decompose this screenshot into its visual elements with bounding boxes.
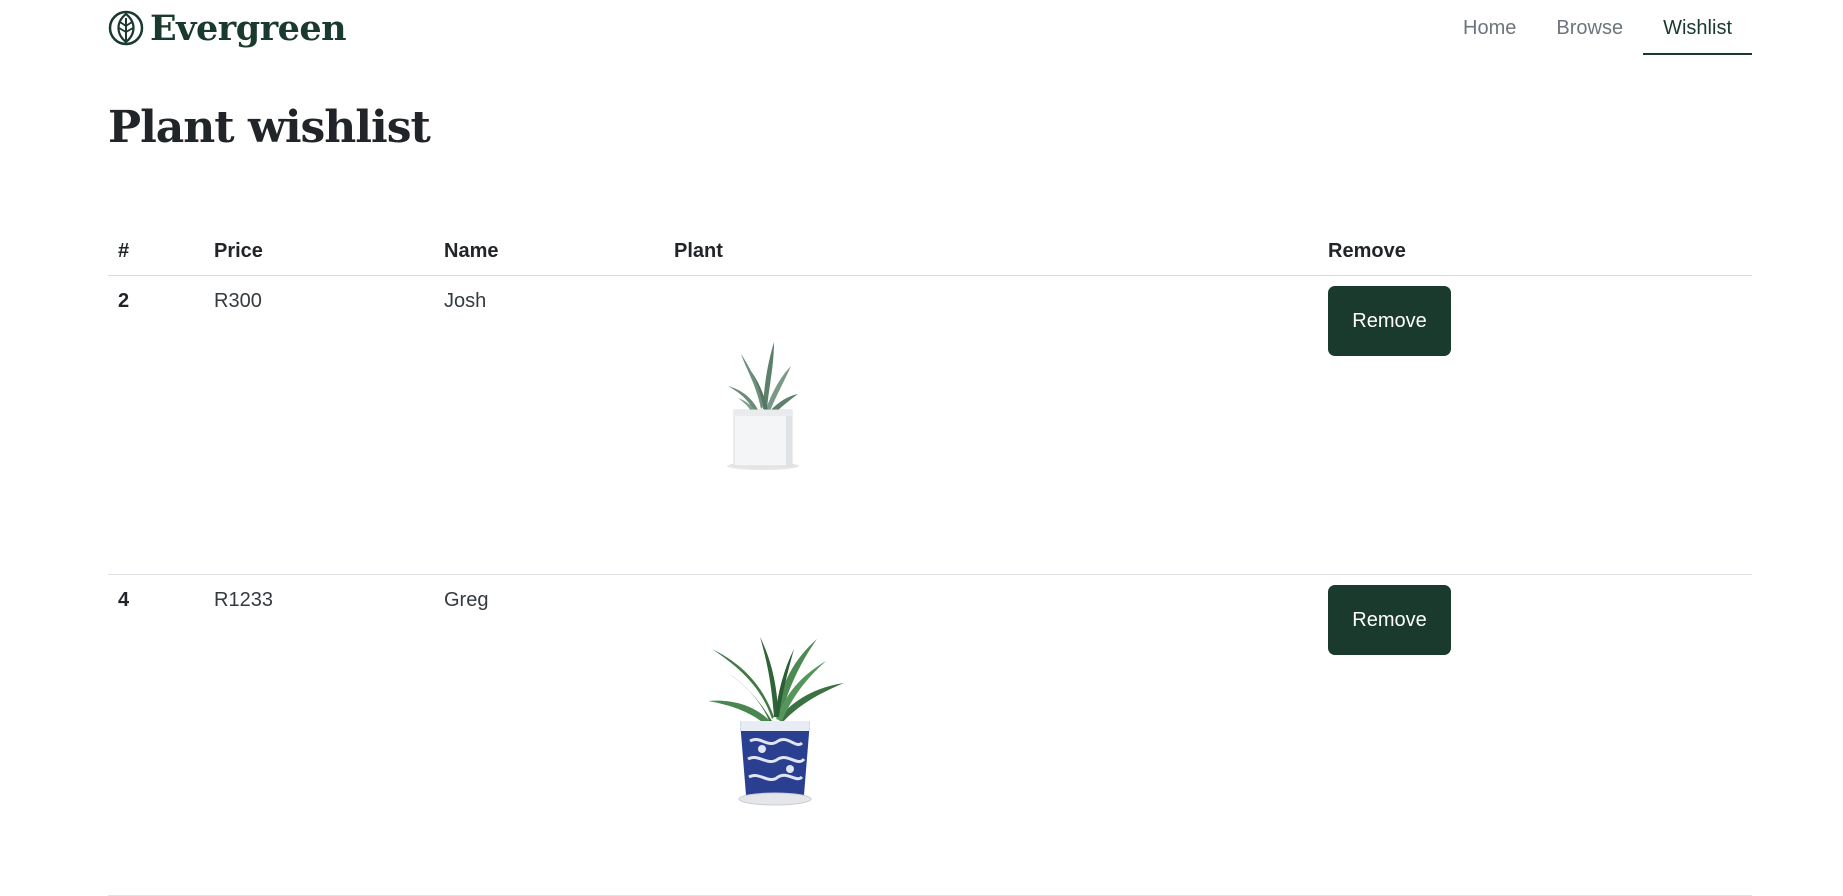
column-header-name: Name — [434, 230, 664, 276]
row-price-cell: R300 — [204, 275, 434, 575]
row-plant-cell — [664, 574, 1318, 896]
row-price: R300 — [214, 290, 262, 312]
row-index-cell: 2 — [108, 275, 204, 575]
page-title: Plant wishlist — [108, 102, 431, 153]
row-name-cell: Greg — [434, 574, 664, 896]
table-header: # Price Name Plant Remove — [108, 230, 1752, 276]
navbar: Evergreen Home Browse Wishlist — [108, 0, 1752, 56]
nav-link-wishlist[interactable]: Wishlist — [1643, 0, 1752, 55]
row-price-cell: R1233 — [204, 574, 434, 896]
row-index: 2 — [118, 290, 130, 312]
nav-link-home[interactable]: Home — [1443, 0, 1536, 55]
column-header-index: # — [108, 230, 204, 276]
plant-image-succulent — [727, 342, 799, 470]
row-plant-cell — [664, 275, 1318, 575]
row-remove-cell: Remove — [1318, 275, 1752, 575]
row-price: R1233 — [214, 589, 273, 611]
leaf-icon — [108, 10, 144, 46]
wishlist-table: # Price Name Plant Remove 2 R300 Josh Re… — [108, 230, 1752, 896]
row-remove-cell: Remove — [1318, 574, 1752, 896]
row-name: Josh — [444, 290, 487, 312]
row-index: 4 — [118, 589, 130, 611]
column-header-price: Price — [204, 230, 434, 276]
table-row: 4 R1233 Greg Remove — [108, 574, 1752, 896]
remove-button[interactable]: Remove — [1328, 585, 1451, 655]
column-header-remove: Remove — [1318, 230, 1752, 276]
brand-name: Evergreen — [150, 7, 347, 49]
remove-button[interactable]: Remove — [1328, 286, 1451, 356]
plant-image-palm — [708, 637, 844, 806]
brand-logo-link[interactable]: Evergreen — [108, 7, 347, 49]
table-header-row: # Price Name Plant Remove — [108, 230, 1752, 276]
row-name-cell: Josh — [434, 275, 664, 575]
page-container: Evergreen Home Browse Wishlist Plant wis… — [108, 0, 1752, 896]
column-header-plant: Plant — [664, 230, 1318, 276]
main-nav: Home Browse Wishlist — [1443, 0, 1752, 55]
nav-link-browse[interactable]: Browse — [1536, 0, 1643, 55]
row-index-cell: 4 — [108, 574, 204, 896]
table-row: 2 R300 Josh Remove — [108, 275, 1752, 575]
table-body: 2 R300 Josh Remove 4 R1233 Greg Remove — [108, 275, 1752, 896]
row-name: Greg — [444, 589, 489, 611]
